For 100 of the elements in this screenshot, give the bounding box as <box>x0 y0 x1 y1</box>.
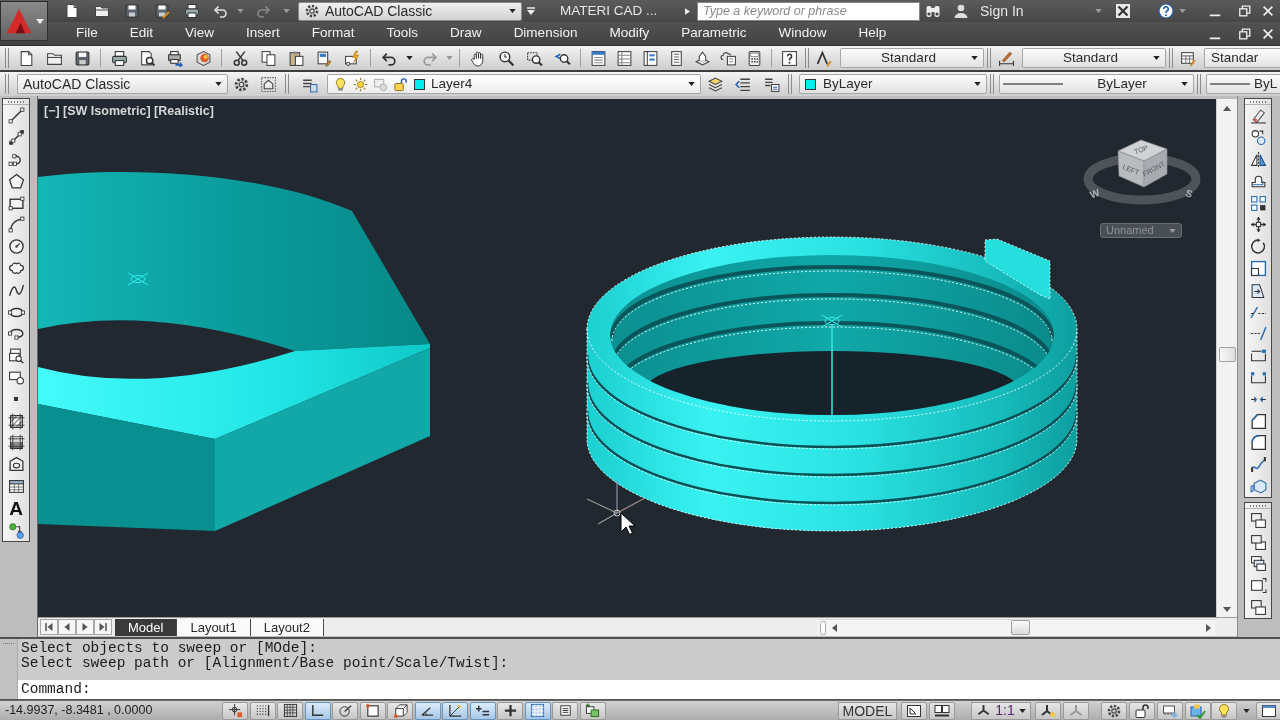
scissors-icon[interactable] <box>231 49 249 67</box>
stacked-rectangles-icon[interactable] <box>1249 511 1267 529</box>
properties-panel-icon[interactable] <box>589 49 607 67</box>
tracking-toggle[interactable] <box>414 701 441 720</box>
padlock-icon[interactable] <box>1128 701 1155 720</box>
layout-tab[interactable]: Layout2 <box>250 618 324 636</box>
two-windows-icon[interactable] <box>929 701 956 720</box>
stamp-icon[interactable] <box>693 49 711 67</box>
quick-properties-toggle[interactable] <box>552 701 578 720</box>
lineweight-dropdown[interactable]: ByL <box>1206 74 1280 94</box>
rounded-corner-icon[interactable] <box>1249 434 1267 452</box>
help-icon[interactable] <box>1158 3 1174 19</box>
dynamic-ucs-toggle[interactable] <box>442 701 468 720</box>
scroll-down-arrow-icon[interactable] <box>1223 607 1231 612</box>
user-icon[interactable] <box>953 3 969 19</box>
triad-bulb-icon[interactable] <box>1034 701 1061 720</box>
scroll-left-arrow-icon[interactable] <box>832 623 837 632</box>
line-icon[interactable] <box>7 107 25 125</box>
magnifier-clock-icon[interactable] <box>497 49 515 67</box>
blank-page-icon[interactable] <box>64 3 80 19</box>
menu-item[interactable]: Help <box>851 23 894 44</box>
layout-preview-icon[interactable] <box>901 701 928 720</box>
split-handle-icon[interactable] <box>820 620 826 635</box>
isolate-check-icon[interactable] <box>1184 701 1211 720</box>
point-icon[interactable] <box>14 397 18 402</box>
dynamic-input-toggle[interactable] <box>469 701 496 720</box>
grid-toggle[interactable] <box>277 701 303 720</box>
table-icon[interactable] <box>7 477 25 495</box>
gear-icon[interactable] <box>1100 701 1127 720</box>
eraser-icon[interactable] <box>1249 107 1267 125</box>
close-icon[interactable] <box>1261 4 1275 18</box>
dotted-frame-house-icon[interactable] <box>259 75 277 93</box>
object-snap-toggle[interactable] <box>359 701 386 720</box>
text-tool-button[interactable]: A <box>9 498 23 518</box>
ortho-toggle[interactable] <box>304 701 331 720</box>
stacked-rectangles-icon[interactable] <box>1249 533 1267 551</box>
double-arrow-line-icon[interactable] <box>7 129 25 147</box>
color-dropdown[interactable]: ByLayer <box>799 74 987 94</box>
nested-squares-icon[interactable] <box>1249 259 1267 277</box>
layer-stack-icon[interactable] <box>706 75 724 93</box>
lightning-block-icon[interactable] <box>343 49 361 67</box>
four-way-arrows-icon[interactable] <box>1249 216 1267 234</box>
scroll-up-arrow-icon[interactable] <box>1223 106 1231 111</box>
help-icon[interactable] <box>780 49 798 67</box>
menu-item[interactable]: Modify <box>602 23 657 44</box>
magnifier-window-icon[interactable] <box>525 49 543 67</box>
triangle-brush-icon[interactable] <box>815 49 833 67</box>
snap-toggle[interactable] <box>249 701 276 720</box>
sign-in-link[interactable]: Sign In <box>980 2 1024 20</box>
search-field[interactable]: Type a keyword or phrase <box>697 1 920 21</box>
lightbulb-icon[interactable] <box>1210 701 1237 720</box>
restore-icon[interactable] <box>1238 26 1252 41</box>
layer-dropdown[interactable]: Layer4 <box>327 74 701 94</box>
layout-tab[interactable]: Layout1 <box>177 618 251 636</box>
caret-icon[interactable] <box>1243 708 1251 713</box>
menu-item[interactable]: Dimension <box>506 23 585 44</box>
dimension-brush-icon[interactable] <box>997 49 1015 67</box>
printer-icon[interactable] <box>184 3 200 19</box>
hatch-pattern-icon[interactable] <box>7 412 25 430</box>
region-shape-icon[interactable] <box>7 456 25 474</box>
grid-panel-icon[interactable] <box>615 49 633 67</box>
menu-item[interactable]: Edit <box>122 23 161 44</box>
binoculars-icon[interactable] <box>925 3 941 19</box>
layered-rectangles-icon[interactable] <box>1249 555 1267 573</box>
menu-item[interactable]: Insert <box>239 23 287 44</box>
menu-item[interactable]: Parametric <box>674 23 754 44</box>
rectangle-icon[interactable] <box>7 194 25 212</box>
printer-icon[interactable] <box>110 49 128 67</box>
annotation-scale-button[interactable]: 1:1 <box>971 701 1031 720</box>
gear-icon[interactable] <box>232 75 250 93</box>
extend-line-icon[interactable] <box>1249 325 1267 343</box>
close-icon[interactable] <box>1261 26 1275 41</box>
framed-rectangle-icon[interactable] <box>1249 577 1267 595</box>
chamfer-corner-icon[interactable] <box>1249 412 1267 430</box>
stretch-shape-icon[interactable] <box>1249 281 1267 299</box>
undo-icon[interactable] <box>213 3 229 19</box>
vertical-scrollbar[interactable] <box>1216 99 1237 617</box>
redo-icon[interactable] <box>255 3 271 19</box>
mirror-triangles-icon[interactable] <box>1249 151 1267 168</box>
rotate-arrow-icon[interactable] <box>1249 238 1267 256</box>
exploded-box-icon[interactable] <box>1249 477 1267 495</box>
selection-cycling-toggle[interactable] <box>579 701 606 720</box>
dots-arrow-icon[interactable] <box>7 521 25 539</box>
gradient-fill-icon[interactable] <box>7 434 25 452</box>
restore-icon[interactable] <box>1238 4 1252 18</box>
circles-arrow-icon[interactable] <box>1249 129 1267 147</box>
printer-arrow-icon[interactable] <box>166 49 184 67</box>
page-magnifier-icon[interactable] <box>138 49 156 67</box>
workspace-dropdown[interactable]: AutoCAD Classic <box>17 74 228 94</box>
expand-arrow-icon[interactable] <box>684 7 690 15</box>
menu-item[interactable]: Tools <box>379 23 426 44</box>
stacked-rectangles-icon[interactable] <box>1249 598 1267 616</box>
blend-curve-icon[interactable] <box>1249 456 1267 474</box>
horizontal-scrollbar[interactable] <box>818 618 1215 636</box>
layer-state-icon[interactable] <box>762 75 780 93</box>
menu-item[interactable]: View <box>178 23 222 44</box>
menu-item[interactable]: Window <box>771 23 834 44</box>
clipboard-icon[interactable] <box>287 49 305 67</box>
infer-constraints-toggle[interactable] <box>222 701 248 720</box>
polar-toggle[interactable] <box>332 701 358 720</box>
